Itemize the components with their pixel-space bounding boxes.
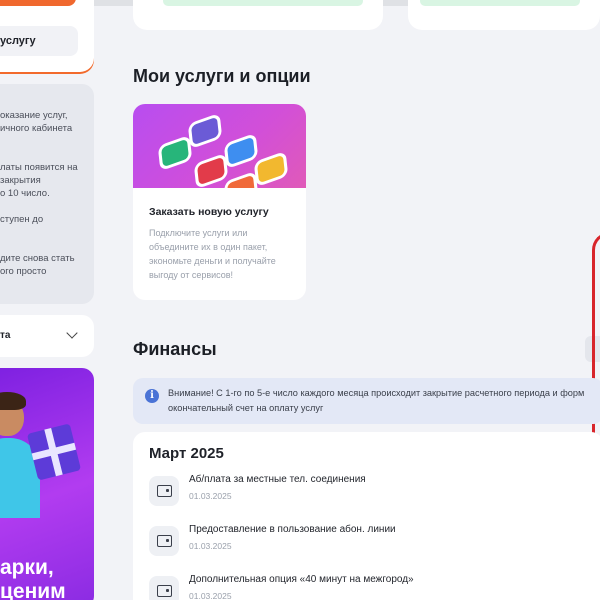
promo-text: арки, xyxy=(0,556,54,579)
charge-date: 01.03.2025 xyxy=(189,591,232,600)
select-label: та xyxy=(0,330,11,341)
account-select[interactable] xyxy=(0,315,94,357)
order-new-service-card[interactable]: Заказать новую услугу Подключите услуги … xyxy=(133,104,306,300)
month-title: Март 2025 xyxy=(149,445,224,462)
top-card-pill xyxy=(163,0,363,6)
info-line: ого просто xyxy=(0,266,47,277)
top-card-pill xyxy=(420,0,580,6)
wallet-icon xyxy=(149,526,179,556)
charge-row[interactable]: Дополнительная опция «40 минут на межгор… xyxy=(149,574,589,600)
info-line: ичного кабинета xyxy=(0,123,73,134)
charge-name: Предоставление в пользование абон. линии xyxy=(189,524,396,535)
card-title: Заказать новую услугу xyxy=(149,206,269,218)
services-illustration xyxy=(133,104,306,188)
charge-name: Дополнительная опция «40 минут на межгор… xyxy=(189,574,414,585)
top-card xyxy=(408,0,600,30)
chevron-down-icon xyxy=(66,327,78,339)
card-icon xyxy=(223,132,259,170)
services-heading: Мои услуги и опции xyxy=(133,66,311,86)
charge-row[interactable]: Аб/плата за местные тел. соединения 01.0… xyxy=(149,474,589,518)
notice-text: окончательный счет на оплату услуг xyxy=(168,403,324,413)
wallet-icon xyxy=(149,576,179,600)
info-line: оказание услуг, xyxy=(0,110,68,121)
promo-person-hair xyxy=(0,392,26,410)
tv-icon xyxy=(223,170,259,188)
info-line: о 10 число. xyxy=(0,188,50,199)
charge-row[interactable]: Предоставление в пользование абон. линии… xyxy=(149,524,589,568)
charge-date: 01.03.2025 xyxy=(189,541,232,551)
accent-strip xyxy=(0,0,76,6)
finance-notice: i Внимание! С 1-го по 5-е число каждого … xyxy=(133,378,600,424)
info-line: закрытия xyxy=(0,175,41,186)
chat-icon xyxy=(253,150,289,188)
charges-card: Март 2025 Аб/плата за местные тел. соеди… xyxy=(133,432,600,600)
info-line: ступен до xyxy=(0,214,44,225)
top-card xyxy=(133,0,383,30)
home-icon xyxy=(193,152,229,188)
promo-banner[interactable]: арки, ценим xyxy=(0,368,94,600)
promo-text: ценим xyxy=(0,580,66,600)
info-line: дите снова стать xyxy=(0,253,75,264)
globe-icon xyxy=(187,112,223,150)
finance-heading: Финансы xyxy=(133,339,217,359)
wallet-icon xyxy=(149,476,179,506)
phone-icon xyxy=(157,134,193,172)
info-line: латы появится на xyxy=(0,162,78,173)
charge-name: Аб/плата за местные тел. соединения xyxy=(189,474,366,485)
info-icon: i xyxy=(145,389,159,403)
charge-date: 01.03.2025 xyxy=(189,491,232,501)
left-sidebar: услугу оказание услуг, ичного кабинета л… xyxy=(0,0,106,600)
notice-text: Внимание! С 1-го по 5-е число каждого ме… xyxy=(168,388,585,398)
order-service-button[interactable]: услугу xyxy=(0,26,78,56)
card-description: Подключите услуги или объедините их в од… xyxy=(149,228,276,280)
